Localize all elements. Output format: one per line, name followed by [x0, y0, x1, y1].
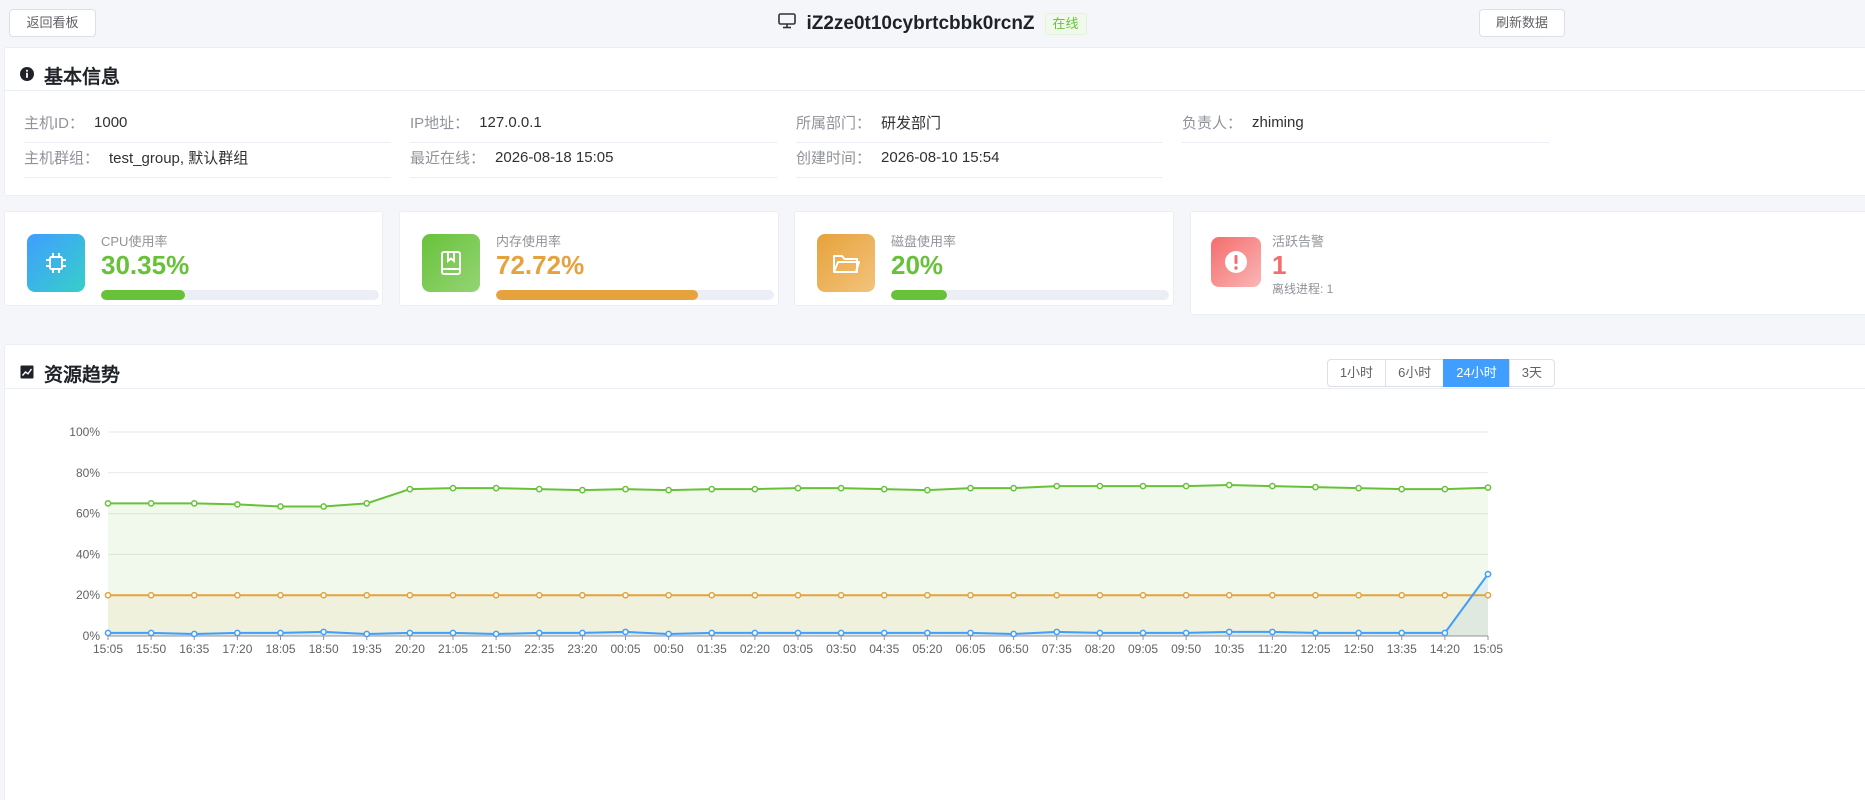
info-department: 所属部门： 研发部门 [796, 103, 1163, 143]
alerts-label: 活跃告警 [1272, 234, 1325, 249]
card-divider [5, 90, 1865, 91]
refresh-button[interactable]: 刷新数据 [1479, 9, 1565, 37]
alerts-card: 活跃告警 1 离线进程: 1 [1190, 211, 1865, 315]
info-host-group: 主机群组： test_group, 默认群组 [24, 138, 391, 178]
range-1h[interactable]: 1小时 [1326, 359, 1387, 387]
memory-value: 72.72% [496, 250, 585, 280]
page-title: iZ2ze0t10cybrtcbbk0rcnZ 在线 [0, 10, 1865, 38]
disk-label: 磁盘使用率 [891, 234, 957, 249]
memory-progress-fill [496, 290, 699, 300]
memory-card: 内存使用率 72.72% [399, 211, 779, 306]
info-ip: IP地址： 127.0.0.1 [410, 103, 777, 143]
chip-icon [27, 234, 85, 292]
alerts-sub: 离线进程: 1 [1272, 282, 1334, 296]
disk-card: 磁盘使用率 20% [794, 211, 1174, 306]
monitor-icon [778, 13, 797, 35]
info-created-at: 创建时间： 2026-08-10 15:54 [796, 138, 1163, 178]
trend-title: 资源趋势 [20, 360, 120, 387]
folder-icon [817, 234, 875, 292]
cpu-card: CPU使用率 30.35% [4, 211, 383, 306]
memory-label: 内存使用率 [496, 234, 562, 249]
cpu-progress-fill [101, 290, 186, 300]
info-last-online: 最近在线： 2026-08-18 15:05 [410, 138, 777, 178]
card-divider [5, 388, 1865, 389]
book-icon [422, 234, 480, 292]
alert-icon [1211, 237, 1261, 287]
cpu-label: CPU使用率 [101, 234, 168, 249]
host-name: iZ2ze0t10cybrtcbbk0rcnZ [806, 13, 1035, 34]
range-3d[interactable]: 3天 [1508, 359, 1555, 387]
disk-progress [891, 290, 1169, 300]
chart-icon [20, 363, 34, 385]
basic-info-title: 基本信息 [20, 62, 120, 89]
range-24h[interactable]: 24小时 [1443, 359, 1510, 387]
trend-card: 资源趋势 1小时 6小时 24小时 3天 [4, 344, 1865, 800]
disk-value: 20% [891, 250, 944, 280]
basic-info-card: 基本信息 主机ID： 1000 IP地址： 127.0.0.1 所属部门： 研发部门 … [4, 47, 1865, 196]
range-6h[interactable]: 6小时 [1385, 359, 1445, 387]
time-range-group: 1小时 6小时 24小时 3天 [1326, 359, 1555, 387]
alerts-value: 1 [1272, 250, 1287, 280]
cpu-progress [101, 290, 379, 300]
disk-progress-fill [891, 290, 947, 300]
info-host-id: 主机ID： 1000 [24, 103, 391, 143]
memory-progress [496, 290, 774, 300]
cpu-value: 30.35% [101, 250, 190, 280]
info-icon [20, 65, 34, 87]
info-owner: 负责人： zhiming [1182, 103, 1549, 143]
status-badge: 在线 [1044, 13, 1087, 35]
